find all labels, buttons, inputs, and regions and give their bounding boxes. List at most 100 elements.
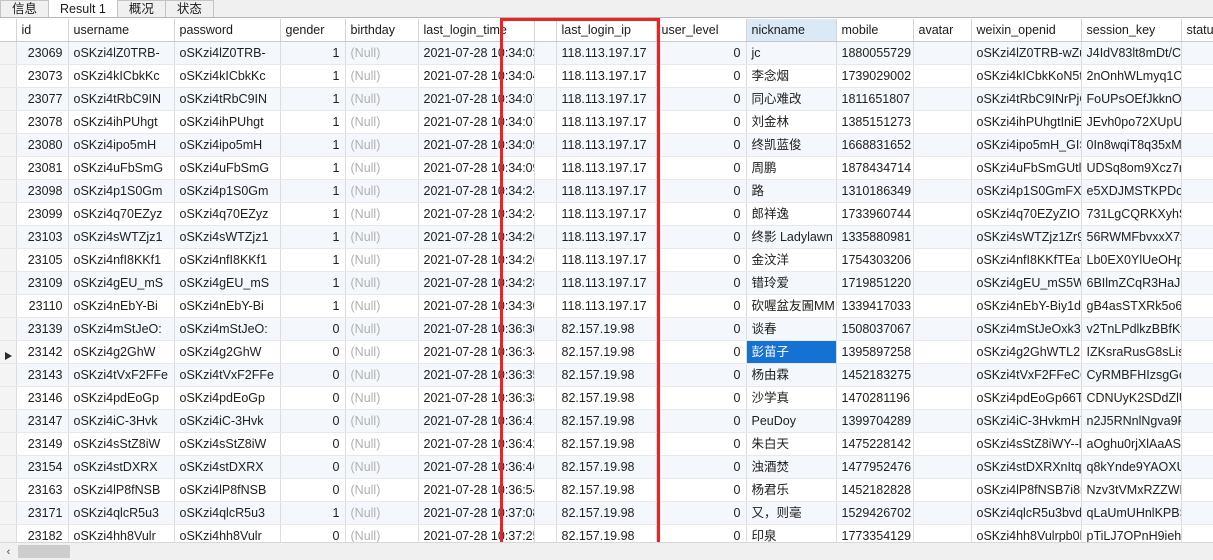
row-gutter[interactable] <box>0 386 17 410</box>
cell-last-login-time[interactable]: 2021-07-28 10:34:07 <box>418 87 535 111</box>
cell-id[interactable]: 23154 <box>16 455 69 479</box>
cell-session-key[interactable]: e5XDJMSTKPDoi <box>1081 179 1182 203</box>
cell-user-level[interactable]: 0 <box>656 133 747 157</box>
cell-user-level[interactable]: 0 <box>656 87 747 111</box>
cell-avatar[interactable] <box>913 501 972 525</box>
table-row[interactable]: 23154 oSKzi4stDXRX oSKzi4stDXRX 0 (Null) 2021… <box>0 455 1213 479</box>
table-row[interactable]: 23146 oSKzi4pdEoGp oSKzi4pdEoGp 0 (Null) 2021… <box>0 386 1213 410</box>
cell-id[interactable]: 23146 <box>16 386 69 410</box>
cell-user-level[interactable]: 0 <box>656 478 747 502</box>
cell-last-login-ip[interactable]: 82.157.19.98 <box>556 455 657 479</box>
cell-user-level[interactable]: 0 <box>656 225 747 249</box>
cell-last-login-time[interactable]: 2021-07-28 10:34:30 <box>418 294 535 318</box>
cell-username[interactable]: oSKzi4stDXRX <box>68 455 175 479</box>
cell-nickname[interactable]: 又，则毫 <box>746 501 837 525</box>
cell-status[interactable]: 0 <box>1181 340 1213 364</box>
cell-id[interactable]: 23080 <box>16 133 69 157</box>
table-row[interactable]: 23149 oSKzi4sStZ8iW oSKzi4sStZ8iW 0 (Null) 20… <box>0 432 1213 456</box>
cell-nickname[interactable]: 刘金林 <box>746 110 837 134</box>
cell-last-login-time[interactable]: 2021-07-28 10:37:08 <box>418 501 535 525</box>
cell-mobile[interactable]: 1739029002 <box>836 64 914 88</box>
cell-user-level[interactable]: 0 <box>656 248 747 272</box>
cell-mobile[interactable]: 1719851220 <box>836 271 914 295</box>
cell-status[interactable]: 0 <box>1181 271 1213 295</box>
table-row[interactable]: 23078 oSKzi4ihPUhgt oSKzi4ihPUhgt 1 (Null) 20… <box>0 110 1213 134</box>
cell-id[interactable]: 23147 <box>16 409 69 433</box>
cell-gender[interactable]: 0 <box>280 432 346 456</box>
column-header-user-level[interactable]: user_level <box>656 19 747 42</box>
cell-weixin-openid[interactable]: oSKzi4kICbkKoN5t <box>971 64 1082 88</box>
cell-username[interactable]: oSKzi4mStJeO: <box>68 317 175 341</box>
table-row[interactable]: 23110 oSKzi4nEbY-Bi oSKzi4nEbY-Bi 1 (Null) 20… <box>0 294 1213 318</box>
table-row[interactable]: 23080 oSKzi4ipo5mH oSKzi4ipo5mH 1 (Null) 2021… <box>0 133 1213 157</box>
cell-id[interactable]: 23109 <box>16 271 69 295</box>
row-gutter[interactable] <box>0 110 17 134</box>
cell-last-login-time[interactable]: 2021-07-28 10:36:41 <box>418 409 535 433</box>
column-header-last-login-time[interactable]: last_login_time <box>418 19 535 42</box>
row-gutter[interactable] <box>0 248 17 272</box>
cell-last-login-time[interactable]: 2021-07-28 10:37:25 <box>418 524 535 542</box>
cell-last-login-time[interactable]: 2021-07-28 10:36:34 <box>418 340 535 364</box>
cell-birthday[interactable]: (Null) <box>345 64 419 88</box>
table-row[interactable]: 23073 oSKzi4kICbkKc oSKzi4kICbkKc 1 (Null) 20… <box>0 64 1213 88</box>
cell-gender[interactable]: 1 <box>280 501 346 525</box>
cell-avatar[interactable] <box>913 363 972 387</box>
cell-username[interactable]: oSKzi4lZ0TRB- <box>68 41 175 65</box>
cell-user-level[interactable]: 0 <box>656 41 747 65</box>
cell-user-level[interactable]: 0 <box>656 317 747 341</box>
cell-weixin-openid[interactable]: oSKzi4nEbY-Biy1dk <box>971 294 1082 318</box>
cell-id[interactable]: 23163 <box>16 478 69 502</box>
cell-birthday[interactable]: (Null) <box>345 386 419 410</box>
cell-username[interactable]: oSKzi4nEbY-Bi <box>68 294 175 318</box>
row-gutter[interactable] <box>0 133 17 157</box>
table-row[interactable]: 23142 oSKzi4g2GhW oSKzi4g2GhW 0 (Null) 2021-0… <box>0 340 1213 364</box>
cell-birthday[interactable]: (Null) <box>345 133 419 157</box>
cell-avatar[interactable] <box>913 386 972 410</box>
cell-session-key[interactable]: CyRMBFHIzsgGc <box>1081 363 1182 387</box>
cell-password[interactable]: oSKzi4mStJeO: <box>174 317 281 341</box>
cell-user-level[interactable]: 0 <box>656 455 747 479</box>
cell-birthday[interactable]: (Null) <box>345 271 419 295</box>
column-header-last-login-ip[interactable]: last_login_ip <box>556 19 657 42</box>
cell-password[interactable]: oSKzi4g2GhW <box>174 340 281 364</box>
cell-password[interactable]: oSKzi4gEU_mS <box>174 271 281 295</box>
cell-weixin-openid[interactable]: oSKzi4g2GhWTL2F <box>971 340 1082 364</box>
cell-id[interactable]: 23171 <box>16 501 69 525</box>
cell-avatar[interactable] <box>913 409 972 433</box>
cell-gender[interactable]: 1 <box>280 156 346 180</box>
cell-id[interactable]: 23077 <box>16 87 69 111</box>
table-row[interactable]: 23099 oSKzi4q70EZyz oSKzi4q70EZyz 1 (Null) 20… <box>0 202 1213 226</box>
cell-status[interactable]: 0 <box>1181 386 1213 410</box>
cell-username[interactable]: oSKzi4sStZ8iW <box>68 432 175 456</box>
cell-mobile[interactable]: 1754303206 <box>836 248 914 272</box>
cell-last-login-time[interactable]: 2021-07-28 10:34:28 <box>418 271 535 295</box>
cell-weixin-openid[interactable]: oSKzi4qlcR5u3bvd <box>971 501 1082 525</box>
row-gutter[interactable] <box>0 524 17 542</box>
cell-mobile[interactable]: 1733960744 <box>836 202 914 226</box>
cell-id[interactable]: 23078 <box>16 110 69 134</box>
cell-weixin-openid[interactable]: oSKzi4stDXRXnItq( <box>971 455 1082 479</box>
cell-nickname[interactable]: 谈春 <box>746 317 837 341</box>
cell-last-login-ip[interactable]: 82.157.19.98 <box>556 409 657 433</box>
cell-user-level[interactable]: 0 <box>656 64 747 88</box>
cell-password[interactable]: oSKzi4sWTZjz1 <box>174 225 281 249</box>
table-row[interactable]: 23105 oSKzi4nfI8KKf1 oSKzi4nfI8KKf1 1 (Null)… <box>0 248 1213 272</box>
cell-nickname[interactable]: PeuDoy <box>746 409 837 433</box>
cell-last-login-ip[interactable]: 118.113.197.17 <box>556 156 657 180</box>
cell-session-key[interactable]: Nzv3tVMxRZZWF <box>1081 478 1182 502</box>
cell-nickname[interactable]: 印泉 <box>746 524 837 542</box>
cell-id[interactable]: 23098 <box>16 179 69 203</box>
row-gutter[interactable] <box>0 156 17 180</box>
cell-birthday[interactable]: (Null) <box>345 317 419 341</box>
column-header-username[interactable]: username <box>68 19 175 42</box>
cell-last-login-ip[interactable]: 118.113.197.17 <box>556 179 657 203</box>
cell-nickname[interactable]: 李念烟 <box>746 64 837 88</box>
cell-user-level[interactable]: 0 <box>656 501 747 525</box>
cell-last-login-ip[interactable]: 118.113.197.17 <box>556 225 657 249</box>
cell-gender[interactable]: 1 <box>280 202 346 226</box>
row-gutter[interactable] <box>0 271 17 295</box>
cell-password[interactable]: oSKzi4ihPUhgt <box>174 110 281 134</box>
cell-mobile[interactable]: 1385151273 <box>836 110 914 134</box>
row-gutter[interactable] <box>0 225 17 249</box>
cell-avatar[interactable] <box>913 317 972 341</box>
